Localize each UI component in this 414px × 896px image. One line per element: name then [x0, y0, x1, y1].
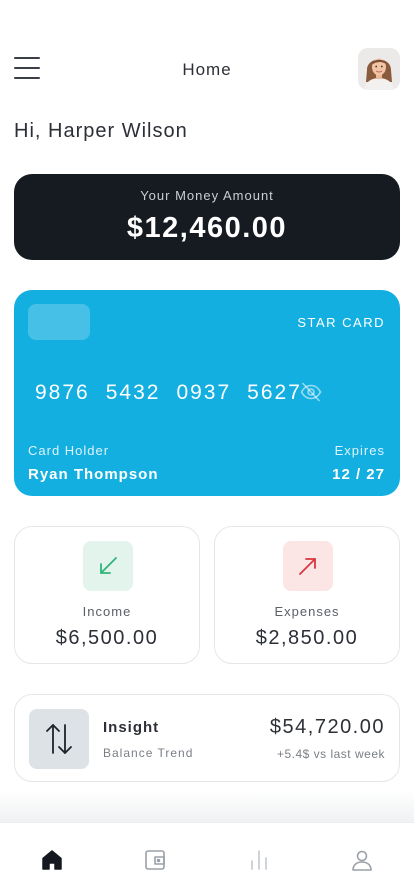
card-number-group: 0937 [176, 381, 232, 404]
eye-off-icon[interactable] [300, 382, 322, 402]
avatar[interactable] [358, 48, 400, 90]
card-number-group: 9876 [35, 381, 90, 404]
expenses-label: Expenses [274, 604, 340, 619]
card-chip [28, 304, 90, 340]
insight-subtitle: Balance Trend [103, 746, 194, 760]
card-brand: STAR CARD [297, 315, 385, 330]
card-expires-value: 12 / 27 [332, 466, 385, 483]
insight-trend: +5.4$ vs last week [276, 747, 385, 761]
card-holder-label: Card Holder [28, 443, 110, 458]
insight-card[interactable]: Insight Balance Trend $54,720.00 +5.4$ v… [14, 694, 400, 782]
page-title: Home [182, 60, 232, 79]
income-label: Income [82, 604, 132, 619]
wallet-icon[interactable] [142, 847, 168, 873]
insight-value: $54,720.00 [269, 716, 385, 738]
header: Home [14, 48, 400, 90]
income-value: $6,500.00 [55, 627, 159, 649]
card-expires-label: Expires [334, 443, 385, 458]
card-number-group: 5627 [247, 381, 302, 404]
scroll-fade [0, 790, 414, 822]
payment-card[interactable]: STAR CARD 9876 5432 0937 5627 Card Holde… [14, 290, 400, 496]
card-number: 9876 5432 0937 5627 [35, 381, 302, 405]
arrow-up-right-icon [283, 541, 333, 591]
balance-label: Your Money Amount [140, 188, 274, 203]
income-card[interactable]: Income $6,500.00 [14, 526, 200, 664]
expenses-value: $2,850.00 [255, 627, 359, 649]
card-holder-name: Ryan Thompson [28, 466, 159, 483]
bar-chart-icon[interactable] [246, 847, 272, 873]
expenses-card[interactable]: Expenses $2,850.00 [214, 526, 400, 664]
bottom-nav [0, 822, 414, 896]
card-number-group: 5432 [105, 381, 161, 404]
swap-vertical-icon [29, 709, 89, 769]
home-icon[interactable] [39, 847, 65, 873]
greeting: Hi, Harper Wilson [14, 120, 188, 142]
balance-card[interactable]: Your Money Amount $12,460.00 [14, 174, 400, 260]
balance-value: $12,460.00 [126, 212, 288, 244]
profile-icon[interactable] [349, 847, 375, 873]
arrow-down-left-icon [83, 541, 133, 591]
insight-title: Insight [103, 719, 160, 736]
